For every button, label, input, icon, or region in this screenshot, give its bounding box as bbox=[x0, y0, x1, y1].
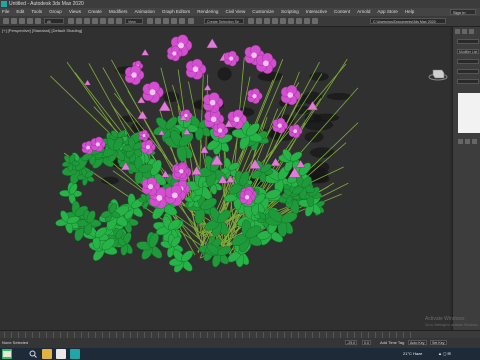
menu-bar: File Edit Tools Group Views Create Modifiers An… bbox=[0, 8, 480, 16]
menu-item-interactive[interactable]: Interactive bbox=[306, 8, 327, 16]
menu-item-edit[interactable]: Edit bbox=[16, 8, 24, 16]
start-thumbnail-icon[interactable] bbox=[2, 349, 12, 359]
layer-explorer-icon[interactable] bbox=[264, 18, 270, 24]
material-editor-icon[interactable] bbox=[288, 18, 294, 24]
activate-windows-watermark: Activate Windows Go to Settings to activ… bbox=[425, 316, 479, 328]
remove-modifier-icon[interactable] bbox=[472, 139, 477, 144]
modifier-button-3[interactable] bbox=[457, 79, 479, 84]
x-coordinate[interactable]: -29.0 bbox=[345, 340, 358, 345]
curve-editor-icon[interactable] bbox=[272, 18, 278, 24]
rotate-icon[interactable] bbox=[108, 18, 114, 24]
app-logo-icon bbox=[1, 1, 7, 7]
menu-item-group[interactable]: Group bbox=[49, 8, 62, 16]
schematic-view-icon[interactable] bbox=[280, 18, 286, 24]
menu-item-app-store[interactable]: App Store bbox=[377, 8, 397, 16]
spinner-snap-icon[interactable] bbox=[179, 18, 185, 24]
menu-item-tools[interactable]: Tools bbox=[31, 8, 42, 16]
unlink-icon[interactable] bbox=[27, 18, 33, 24]
menu-item-arnold[interactable]: Arnold bbox=[357, 8, 370, 16]
perspective-viewport[interactable]: [+] [Perspective] [Standard] [Default Sh… bbox=[0, 27, 450, 330]
named-selection-icon[interactable] bbox=[188, 18, 194, 24]
weather-widget[interactable]: 21°C Haze bbox=[403, 348, 422, 360]
modifier-list-dropdown[interactable]: Modifier List bbox=[457, 49, 479, 54]
menu-item-customize[interactable]: Customize bbox=[252, 8, 274, 16]
redo-icon[interactable] bbox=[11, 18, 17, 24]
command-panel: Modifier List bbox=[452, 27, 480, 330]
menu-item-views[interactable]: Views bbox=[69, 8, 81, 16]
y-coordinate[interactable]: 0.0 bbox=[362, 340, 371, 345]
bind-space-warp-icon[interactable] bbox=[35, 18, 41, 24]
move-icon[interactable] bbox=[100, 18, 106, 24]
mirror-icon[interactable] bbox=[248, 18, 254, 24]
file-explorer-icon[interactable] bbox=[42, 349, 52, 359]
create-tab-icon[interactable] bbox=[455, 29, 460, 34]
select-object-icon[interactable] bbox=[68, 18, 74, 24]
menu-item-file[interactable]: File bbox=[2, 8, 9, 16]
pin-stack-icon[interactable] bbox=[458, 139, 463, 144]
status-bar: None Selected -29.0 0.0 Add Time Tag Aut… bbox=[0, 338, 480, 348]
geranium-plant-model bbox=[50, 34, 359, 273]
project-path-field[interactable]: C:\Users\rus\Documents\3ds Max 2020 bbox=[370, 18, 446, 24]
link-icon[interactable] bbox=[19, 18, 25, 24]
menu-item-animation[interactable]: Animation bbox=[134, 8, 154, 16]
title-bar: Untitled - Autodesk 3ds Max 2020 bbox=[0, 0, 480, 8]
select-region-icon[interactable] bbox=[84, 18, 90, 24]
named-selection-set-dropdown[interactable]: Create Selection Se bbox=[204, 18, 244, 24]
reference-coordinate-dropdown[interactable]: View bbox=[125, 18, 143, 24]
windows-taskbar: 21°C Haze ▲ ◻ ✉ bbox=[0, 348, 480, 360]
selection-status: None Selected bbox=[2, 340, 29, 345]
hierarchy-tab-icon[interactable] bbox=[469, 29, 474, 34]
menu-item-modifiers[interactable]: Modifiers bbox=[109, 8, 128, 16]
set-key-button[interactable]: Set Key bbox=[430, 340, 447, 345]
sign-in-button[interactable]: Sign In bbox=[450, 9, 476, 15]
menu-item-scripting[interactable]: Scripting bbox=[281, 8, 299, 16]
menu-item-create[interactable]: Create bbox=[88, 8, 102, 16]
menu-item-graph-editors[interactable]: Graph Editors bbox=[162, 8, 190, 16]
watermark-line-2: Go to Settings to activate Windows. bbox=[425, 323, 479, 327]
show-end-result-icon[interactable] bbox=[465, 139, 470, 144]
modify-tab-icon[interactable] bbox=[462, 29, 467, 34]
menu-item-content[interactable]: Content bbox=[334, 8, 350, 16]
modifier-stack-list[interactable] bbox=[458, 93, 480, 133]
add-time-tag-button[interactable]: Add Time Tag bbox=[380, 338, 404, 348]
app-icon[interactable] bbox=[56, 349, 66, 359]
viewcube-icon[interactable] bbox=[428, 67, 448, 81]
temperature: 21°C bbox=[403, 351, 412, 356]
menu-item-civil-view[interactable]: Civil View bbox=[225, 8, 245, 16]
search-icon[interactable] bbox=[28, 349, 38, 359]
angle-snap-icon[interactable] bbox=[163, 18, 169, 24]
modifier-button-1[interactable] bbox=[457, 59, 479, 64]
snap-toggle-icon[interactable] bbox=[155, 18, 161, 24]
auto-key-button[interactable]: Auto Key bbox=[408, 340, 427, 345]
percent-snap-icon[interactable] bbox=[171, 18, 177, 24]
selection-filter-dropdown[interactable]: All bbox=[44, 18, 64, 24]
render-teapot-icon[interactable] bbox=[312, 18, 318, 24]
window-crossing-icon[interactable] bbox=[92, 18, 98, 24]
menu-item-rendering[interactable]: Rendering bbox=[197, 8, 218, 16]
menu-item-help[interactable]: Help bbox=[405, 8, 414, 16]
rendered-frame-icon[interactable] bbox=[304, 18, 310, 24]
modifier-button-2[interactable] bbox=[457, 69, 479, 74]
pivot-center-icon[interactable] bbox=[147, 18, 153, 24]
3ds-max-taskbar-icon[interactable] bbox=[70, 349, 80, 359]
render-setup-icon[interactable] bbox=[296, 18, 302, 24]
scale-icon[interactable] bbox=[116, 18, 122, 24]
weather-condition: Haze bbox=[413, 351, 423, 356]
object-name-field[interactable] bbox=[457, 39, 479, 44]
window-title: Untitled - Autodesk 3ds Max 2020 bbox=[9, 1, 84, 7]
undo-icon[interactable] bbox=[3, 18, 9, 24]
align-icon[interactable] bbox=[256, 18, 262, 24]
system-tray[interactable]: ▲ ◻ ✉ bbox=[438, 348, 451, 360]
select-by-name-icon[interactable] bbox=[76, 18, 82, 24]
